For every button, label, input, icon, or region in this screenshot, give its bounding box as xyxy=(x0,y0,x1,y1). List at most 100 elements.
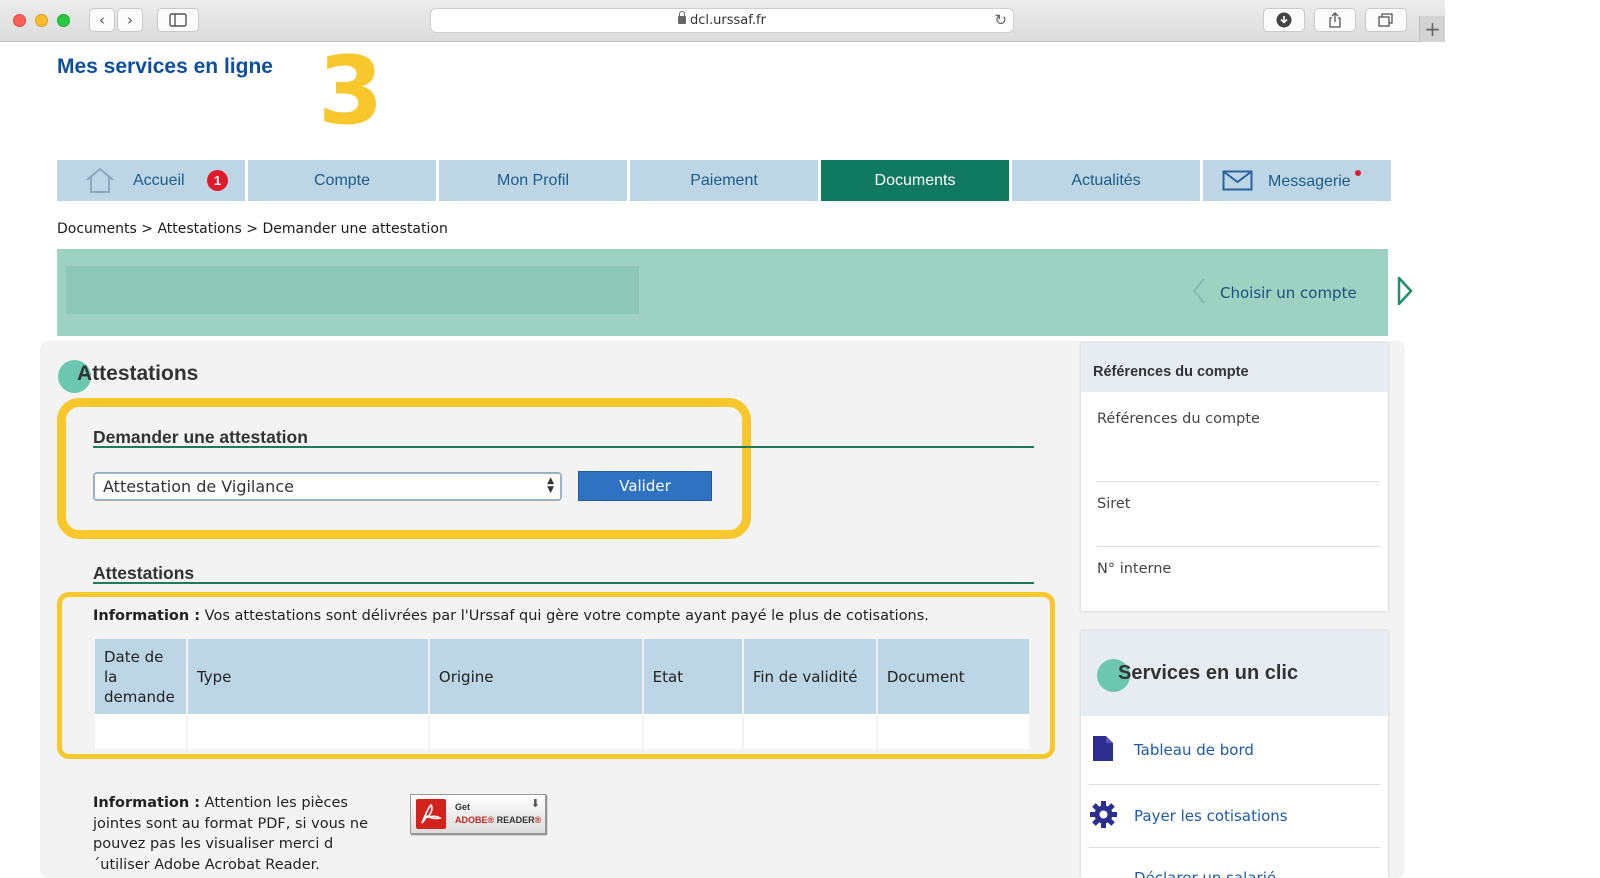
divider xyxy=(1097,546,1380,547)
column-header-type[interactable]: Type xyxy=(187,639,428,714)
home-icon xyxy=(86,167,114,193)
attestation-type-value: Attestation de Vigilance xyxy=(103,477,294,496)
main-nav: Accueil 1 Compte Mon Profil Paiement Doc… xyxy=(57,160,1391,201)
new-tab-button[interactable]: + xyxy=(1419,16,1445,42)
info-label: Information : xyxy=(93,608,201,624)
services-title: Services en un clic xyxy=(1118,662,1299,684)
nav-item-paiement[interactable]: Paiement xyxy=(630,160,818,201)
column-header-etat[interactable]: Etat xyxy=(643,639,742,714)
divider xyxy=(1097,481,1380,482)
info2-label: Information : xyxy=(93,795,201,811)
list-title-underline xyxy=(93,582,1034,584)
attestations-table: Date de la demande Type Origine Etat Fin… xyxy=(93,639,1031,749)
nav-label-mon-profil: Mon Profil xyxy=(496,172,570,189)
document-icon xyxy=(1093,736,1113,761)
attestation-type-select[interactable]: Attestation de Vigilance ▲ ▼ xyxy=(93,472,562,501)
pdf-information: Information : Attention les pièces joint… xyxy=(93,793,383,875)
reload-icon[interactable]: ↻ xyxy=(994,11,1007,29)
account-references-panel: Références du compte Références du compt… xyxy=(1081,343,1388,611)
services-panel: Services en un clic Tableau de bord Paye… xyxy=(1081,631,1388,878)
account-banner: Choisir un compte xyxy=(57,249,1413,336)
forward-button[interactable]: › xyxy=(117,8,143,32)
download-icon xyxy=(1276,12,1292,28)
chevron-right-icon: › xyxy=(127,11,133,29)
nav-item-mon-profil[interactable]: Mon Profil xyxy=(439,160,627,201)
nav-label-accueil: Accueil xyxy=(133,172,185,189)
downloads-button[interactable] xyxy=(1263,8,1305,32)
highlight-request-block xyxy=(57,398,751,539)
nav-item-documents[interactable]: Documents xyxy=(821,160,1009,201)
address-bar[interactable]: dcl.urssaf.fr ↻ xyxy=(430,8,1014,33)
page: ‹ › dcl.urssaf.fr ↻ + Mes services en li… xyxy=(0,0,1600,878)
gear-icon xyxy=(1090,801,1117,828)
nav-label-actualites: Actualités xyxy=(1071,172,1141,189)
back-button[interactable]: ‹ xyxy=(89,8,115,32)
sidebar-icon xyxy=(169,13,187,27)
column-header-origine[interactable]: Origine xyxy=(429,639,642,714)
request-title: Demander une attestation xyxy=(93,427,308,447)
service-declarer-salarie[interactable]: Déclarer un salarié xyxy=(1081,851,1388,878)
info-text: Vos attestations sont délivrées par l'Ur… xyxy=(200,608,929,624)
references-title: Références du compte xyxy=(1093,364,1249,380)
unread-dot xyxy=(1355,170,1361,176)
browser-toolbar: ‹ › dcl.urssaf.fr ↻ + xyxy=(0,0,1445,42)
choose-account-label: Choisir un compte xyxy=(1220,284,1357,302)
step-number-annotation: 3 xyxy=(318,37,384,146)
reference-field-siret: Siret xyxy=(1097,496,1131,512)
table-row-empty xyxy=(95,714,1029,749)
nav-item-messagerie[interactable]: Messagerie xyxy=(1203,160,1391,201)
minimize-window-button[interactable] xyxy=(35,14,48,27)
nav-item-compte[interactable]: Compte xyxy=(248,160,436,201)
nav-item-accueil[interactable]: Accueil 1 xyxy=(57,160,245,201)
service-tableau-de-bord[interactable]: Tableau de bord xyxy=(1081,724,1388,784)
nav-label-compte: Compte xyxy=(313,172,371,189)
column-header-document[interactable]: Document xyxy=(877,639,1029,714)
tabs-icon xyxy=(1378,13,1393,27)
reference-field-account: Références du compte xyxy=(1097,411,1260,427)
site-title[interactable]: Mes services en ligne xyxy=(57,55,273,79)
arrow-right-icon xyxy=(1397,277,1413,305)
request-title-underline xyxy=(93,446,1034,448)
reference-field-internal-number: N° interne xyxy=(1097,561,1172,577)
get-adobe-reader-button[interactable]: Get ADOBE® READER® ⬇ xyxy=(410,794,546,834)
tabs-overview-button[interactable] xyxy=(1365,8,1407,32)
column-header-fin-validite[interactable]: Fin de validité xyxy=(743,639,876,714)
nav-label-documents: Documents xyxy=(874,172,956,189)
service-label: Déclarer un salarié xyxy=(1134,869,1277,878)
references-header: Références du compte xyxy=(1081,343,1388,392)
service-label: Payer les cotisations xyxy=(1134,807,1288,825)
nav-label-paiement: Paiement xyxy=(690,172,758,189)
services-header: Services en un clic xyxy=(1081,631,1388,716)
service-label: Tableau de bord xyxy=(1134,741,1254,759)
attestations-info: Information : Vos attestations sont déli… xyxy=(93,608,929,624)
adobe-brand: ADOBE xyxy=(455,815,488,825)
account-display-field xyxy=(66,266,639,314)
nav-label-messagerie: Messagerie xyxy=(1268,173,1351,190)
divider xyxy=(1089,847,1380,848)
breadcrumb[interactable]: Documents > Attestations > Demander une … xyxy=(57,221,448,237)
notification-badge: 1 xyxy=(207,170,228,191)
divider xyxy=(1089,784,1380,785)
attestations-list-title: Attestations xyxy=(93,563,195,583)
validate-button[interactable]: Valider xyxy=(578,471,712,501)
download-arrow-icon: ⬇ xyxy=(530,798,540,810)
close-window-button[interactable] xyxy=(13,14,26,27)
adobe-get-label: Get xyxy=(455,802,471,812)
adobe-pdf-icon xyxy=(416,799,446,829)
service-payer-cotisations[interactable]: Payer les cotisations xyxy=(1081,789,1388,849)
select-arrows-icon: ▲ ▼ xyxy=(547,476,554,495)
chevron-left-icon: ‹ xyxy=(99,11,105,29)
share-icon xyxy=(1329,12,1341,28)
adobe-reader-label: ADOBE® READER® xyxy=(455,815,542,825)
zoom-window-button[interactable] xyxy=(57,14,70,27)
share-button[interactable] xyxy=(1314,8,1356,32)
arrow-left-icon xyxy=(1192,278,1205,304)
nav-item-actualites[interactable]: Actualités xyxy=(1012,160,1200,201)
lock-icon xyxy=(678,11,687,24)
plus-icon: + xyxy=(1424,17,1441,41)
sidebar-toggle-button[interactable] xyxy=(157,8,199,32)
section-title-attestations: Attestations xyxy=(77,362,199,385)
column-header-date[interactable]: Date de la demande xyxy=(95,639,186,714)
mail-icon xyxy=(1222,170,1253,191)
url-text: dcl.urssaf.fr xyxy=(690,13,766,28)
